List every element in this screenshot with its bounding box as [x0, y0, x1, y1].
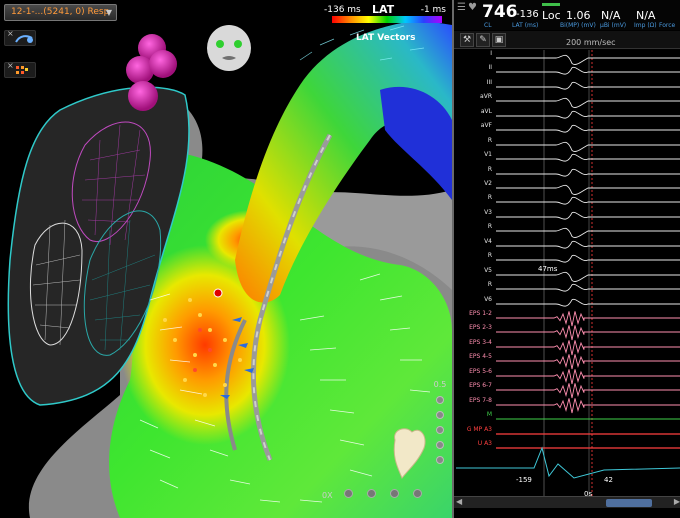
trace-avl: [496, 110, 680, 119]
trace-label: I: [490, 50, 492, 57]
trace-label: M: [486, 411, 492, 418]
trace-label: R: [487, 194, 492, 201]
trace-r: [496, 168, 680, 177]
pan-icon[interactable]: [436, 426, 444, 434]
trace-r: [496, 141, 680, 152]
scroll-left-icon[interactable]: ◀: [456, 497, 462, 506]
chevron-down-icon: ▼: [105, 8, 112, 17]
trace-i: [496, 54, 680, 65]
axis-left-label: -159: [516, 476, 532, 484]
lat-vectors-label: LAT Vectors: [356, 33, 416, 43]
map-selector-dropdown[interactable]: 12-1-...(5241, 0) Resp ▼: [4, 4, 117, 21]
trace-label: EPS 3-4: [469, 339, 492, 346]
trace-label: R: [487, 137, 492, 144]
trace-label: EPS 7-8: [469, 397, 492, 404]
map-viewport[interactable]: 12-1-...(5241, 0) Resp ▼ × × -136 ms LAT…: [0, 0, 452, 518]
patient-face-icon[interactable]: [206, 24, 252, 72]
close-icon[interactable]: ×: [7, 61, 14, 70]
trace-r: [496, 283, 680, 292]
close-icon[interactable]: ×: [7, 29, 14, 38]
trace-eps-5-6: [496, 369, 680, 385]
trace-label: V4: [484, 238, 492, 245]
trace-v4: [496, 240, 680, 249]
trace-label: EPS 1-2: [469, 310, 492, 317]
trace-label: G MP A3: [466, 426, 492, 433]
trace-eps-4-5: [496, 354, 680, 370]
view-icon[interactable]: [436, 441, 444, 449]
map-widget-1[interactable]: ×: [4, 29, 36, 46]
bottom-value: 0X: [322, 491, 333, 500]
trace-v5: [496, 271, 680, 282]
trace-label: V6: [484, 296, 492, 303]
trace-label: EPS 2-3: [469, 324, 492, 331]
trace-label: V3: [484, 209, 492, 216]
trace-label: R: [487, 252, 492, 259]
trace-label: aVF: [480, 122, 492, 129]
axis-right-label: 42: [604, 476, 613, 484]
tool-a-icon[interactable]: [343, 489, 353, 498]
trace-label: R: [487, 166, 492, 173]
trace-label: aVL: [480, 108, 492, 115]
tool-b-icon[interactable]: [366, 489, 376, 498]
trace-iii: [496, 81, 680, 90]
trace-v6: [496, 298, 680, 307]
side-value: 0.5: [433, 380, 447, 389]
legend-low: -136 ms: [324, 5, 361, 15]
trace-eps-1-2: [496, 311, 680, 327]
trace-label: V5: [484, 267, 492, 274]
trace-avr: [496, 97, 680, 108]
trace-eps-3-4: [496, 340, 680, 356]
trace-label: III: [486, 79, 492, 86]
lat-map-scene[interactable]: [0, 0, 452, 518]
zoom-icon[interactable]: [436, 411, 444, 419]
side-toolbar: 0.5: [432, 380, 448, 471]
trace-label: V1: [484, 151, 492, 158]
trace-v3: [496, 211, 680, 220]
trace-avf: [496, 124, 680, 133]
interval-marker-label: 47ms: [538, 265, 558, 273]
trace-label: EPS 6-7: [469, 382, 492, 389]
trace-label: R: [487, 281, 492, 288]
trace-label: R: [487, 223, 492, 230]
catheter-icon: [15, 35, 33, 43]
legend-title: LAT: [372, 3, 395, 16]
trace-r: [496, 227, 680, 238]
trace-label: V2: [484, 180, 492, 187]
legend-color-bar: [332, 16, 442, 23]
scrollbar-thumb[interactable]: [606, 499, 652, 507]
legend-high: -1 ms: [420, 5, 446, 15]
trace-label: aVR: [480, 93, 492, 100]
map-selector-label: 12-1-...(5241, 0) Resp: [11, 7, 110, 17]
map-widget-2[interactable]: ×: [4, 61, 36, 78]
grid-points-icon: [16, 66, 28, 74]
trace-r: [496, 196, 680, 205]
trace-label: EPS 5-6: [469, 368, 492, 375]
trace-label: U A3: [477, 440, 492, 447]
trace-label: EPS 4-5: [469, 353, 492, 360]
trace-ii: [496, 66, 680, 75]
tool-c-icon[interactable]: [389, 489, 399, 498]
ecg-panel[interactable]: ☰ ♥ 746 -136 Loc 1.06 N/A N/A CL LAT (ms…: [452, 0, 680, 518]
trace-eps-7-8: [496, 398, 680, 414]
lat-color-legend: -136 ms LAT -1 ms: [320, 3, 448, 25]
tool-d-icon[interactable]: [412, 489, 422, 498]
trace-eps-6-7: [496, 383, 680, 399]
rotate-icon[interactable]: [436, 396, 444, 404]
trace-label: II: [488, 64, 492, 71]
reset-icon[interactable]: [436, 456, 444, 464]
trace-v1: [496, 153, 680, 162]
trace-eps-2-3: [496, 325, 680, 341]
time-scrollbar[interactable]: ◀ ▶: [454, 496, 680, 508]
trace-mapping-signal: [456, 446, 680, 479]
scroll-right-icon[interactable]: ▶: [674, 497, 680, 506]
trace-v2: [496, 184, 680, 195]
bottom-toolbar: 0X: [322, 483, 431, 500]
trace-r: [496, 254, 680, 263]
